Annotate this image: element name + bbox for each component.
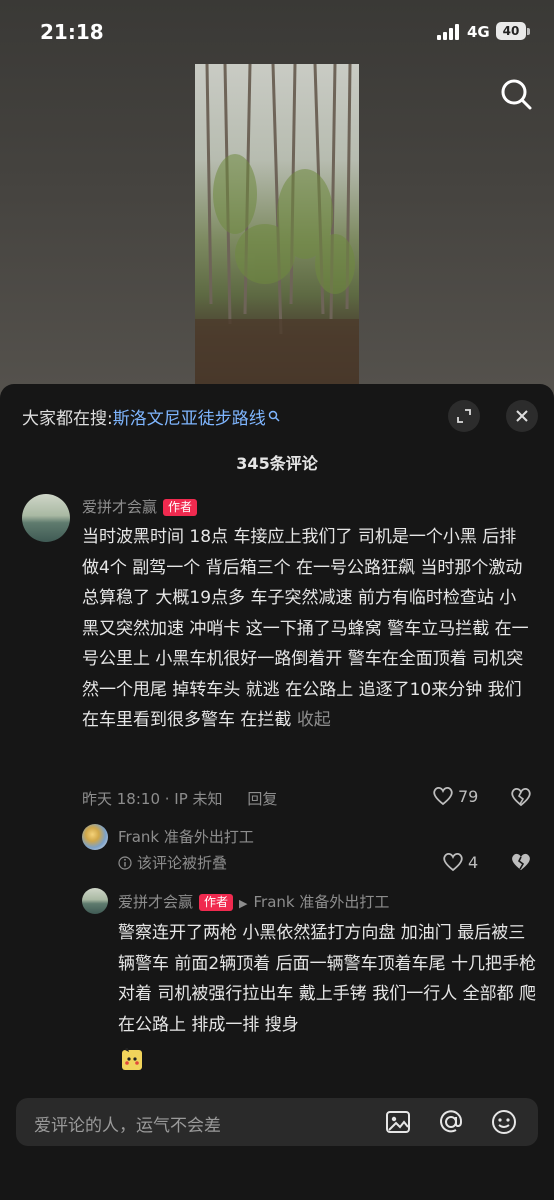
emoji-icon[interactable] (490, 1108, 518, 1136)
dislike-icon[interactable] (510, 787, 532, 807)
search-hint-query[interactable]: 斯洛文尼亚徒步路线 (113, 409, 266, 429)
like-count: 79 (458, 786, 479, 806)
author-name[interactable]: Frank 准备外出打工 (118, 828, 254, 846)
at-mention-icon[interactable] (437, 1108, 465, 1136)
comment-input-bar: 爱评论的人，运气不会差 (0, 1088, 554, 1200)
battery-tip (527, 28, 530, 35)
heart-icon (443, 852, 463, 872)
reply-arrow-icon: ▶ (239, 897, 248, 910)
folded-text: 该评论被折叠 (137, 854, 228, 872)
comment-text[interactable]: 警察连开了两枪 小黑依然猛打方向盘 加油门 最后被三辆警车 前面2辆顶着 后面一… (118, 918, 538, 1040)
folded-notice[interactable]: 该评论被折叠 (118, 852, 227, 873)
author-name[interactable]: 爱拼才会赢 (82, 498, 157, 516)
info-icon (118, 855, 132, 870)
close-button[interactable] (506, 400, 538, 432)
signal-icon (437, 24, 459, 40)
like-button[interactable]: 4 (442, 852, 478, 872)
close-icon (516, 410, 528, 422)
reply-button[interactable]: 回复 (247, 790, 277, 808)
expand-icon (457, 409, 471, 423)
comment-author[interactable]: Frank 准备外出打工 (118, 826, 254, 847)
comment-author[interactable]: 爱拼才会赢 作者 ▶ Frank 准备外出打工 (118, 891, 389, 912)
search-hint-prefix: 大家都在搜: (22, 409, 113, 429)
like-count: 4 (468, 852, 479, 872)
forest-image (195, 64, 359, 384)
comment-author[interactable]: 爱拼才会赢 作者 (82, 496, 198, 517)
comment-text[interactable]: 当时波黑时间 18点 车接应上我们了 司机是一个小黑 后排做4个 副驾一个 背后… (82, 522, 532, 736)
author-badge: 作者 (199, 894, 234, 911)
pikachu-sticker-icon (122, 1048, 142, 1070)
author-badge: 作者 (163, 499, 198, 516)
avatar[interactable] (82, 888, 108, 914)
collapse-link[interactable]: 收起 (297, 710, 331, 730)
battery-icon: 40 (496, 22, 526, 40)
author-name[interactable]: 爱拼才会赢 (118, 893, 193, 911)
avatar[interactable] (22, 494, 70, 542)
comment-body: 警察连开了两枪 小黑依然猛打方向盘 加油门 最后被三辆警车 前面2辆顶着 后面一… (118, 923, 537, 1035)
status-bar: 21:18 4G 40 (0, 0, 554, 64)
dislike-icon[interactable] (510, 852, 532, 872)
network-type: 4G (467, 23, 490, 41)
heart-icon (433, 786, 453, 806)
comment-body: 当时波黑时间 18点 车接应上我们了 司机是一个小黑 后排做4个 副驾一个 背后… (82, 527, 529, 730)
comments-sheet: 大家都在搜:斯洛文尼亚徒步路线 345条评论 爱拼才会赢 作者 当时波黑时间 18… (0, 384, 554, 1200)
input-placeholder: 爱评论的人，运气不会差 (34, 1116, 221, 1136)
comment-time: 昨天 18:10 · IP 未知 (82, 790, 223, 808)
status-time: 21:18 (40, 20, 104, 44)
expand-button[interactable] (448, 400, 480, 432)
like-button[interactable]: 79 (432, 786, 478, 806)
comment-meta: 昨天 18:10 · IP 未知 回复 (82, 788, 277, 809)
comment-input[interactable]: 爱评论的人，运气不会差 (16, 1098, 538, 1146)
video-thumbnail[interactable] (195, 64, 359, 384)
comment-count: 345条评论 (236, 454, 318, 473)
search-icon[interactable] (498, 76, 534, 112)
search-suggestion[interactable]: 大家都在搜:斯洛文尼亚徒步路线 (22, 404, 280, 429)
search-small-icon (268, 410, 280, 422)
battery-level: 40 (502, 24, 520, 38)
reply-target[interactable]: Frank 准备外出打工 (254, 893, 390, 911)
avatar[interactable] (82, 824, 108, 850)
image-icon[interactable] (384, 1108, 412, 1136)
